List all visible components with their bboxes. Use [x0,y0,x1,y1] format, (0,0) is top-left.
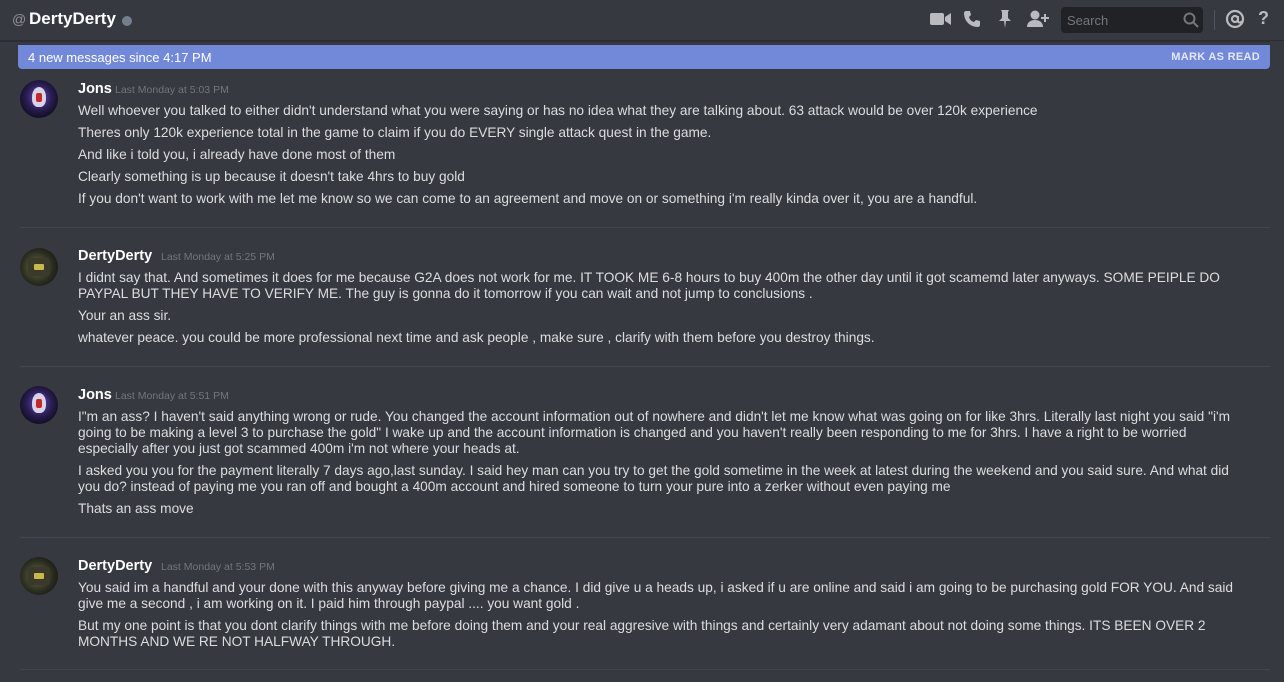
message-divider [20,669,1270,670]
message-text: Clearly something is up because it doesn… [78,169,465,184]
new-messages-banner[interactable]: 4 new messages since 4:17 PM MARK AS REA… [18,45,1270,69]
message-text: I asked you you for the payment literall… [78,463,1229,494]
username[interactable]: DertyDerty [78,248,152,264]
message-divider [20,227,1270,228]
search-input[interactable] [1061,7,1177,33]
message-text: I didnt say that. And sometimes it does … [78,270,1220,301]
add-friend-icon[interactable] [1026,9,1050,34]
timestamp: Last Monday at 5:51 PM [115,390,229,402]
avatar[interactable] [20,248,58,286]
message-text: If you don't want to work with me let me… [78,191,978,206]
message-text: Well whoever you talked to either didn't… [78,103,1038,118]
avatar[interactable] [20,80,58,118]
avatar[interactable] [20,557,58,595]
header-divider [1214,10,1215,30]
username[interactable]: Jons [78,387,112,403]
mention-icon[interactable] [1225,9,1245,34]
timestamp: Last Monday at 5:03 PM [115,84,229,96]
search-box[interactable] [1061,7,1203,33]
message-text: Your an ass sir. [78,308,172,323]
status-dot [122,16,132,26]
channel-header: @ DertyDerty ? [0,0,1284,41]
message-text: You said im a handful and your done with… [78,580,1234,611]
message-text: But my one point is that you dont clarif… [78,618,1206,649]
mark-as-read-button[interactable]: MARK AS READ [1171,51,1260,63]
username[interactable]: DertyDerty [78,558,152,574]
at-sign-icon: @ [12,11,27,27]
timestamp: Last Monday at 5:25 PM [161,251,275,263]
new-messages-text: 4 new messages since 4:17 PM [28,50,212,65]
message-divider [20,366,1270,367]
channel-name: DertyDerty [29,9,116,28]
message-text: Theres only 120k experience total in the… [78,125,712,140]
timestamp: Last Monday at 5:53 PM [161,561,275,573]
message-text: whatever peace. you could be more profes… [78,330,875,345]
help-icon[interactable]: ? [1258,8,1269,29]
message-text: I"m an ass? I haven't said anything wron… [78,409,1231,456]
video-camera-icon[interactable] [930,11,952,32]
phone-icon[interactable] [962,9,982,34]
scrollbar[interactable] [1270,41,1284,682]
username[interactable]: Jons [78,81,112,97]
avatar[interactable] [20,386,58,424]
message-divider [20,537,1270,538]
message-text: And like i told you, i already have done… [78,147,396,162]
pin-icon[interactable] [997,9,1013,34]
message-text: Thats an ass move [78,501,194,516]
search-icon [1183,12,1199,33]
